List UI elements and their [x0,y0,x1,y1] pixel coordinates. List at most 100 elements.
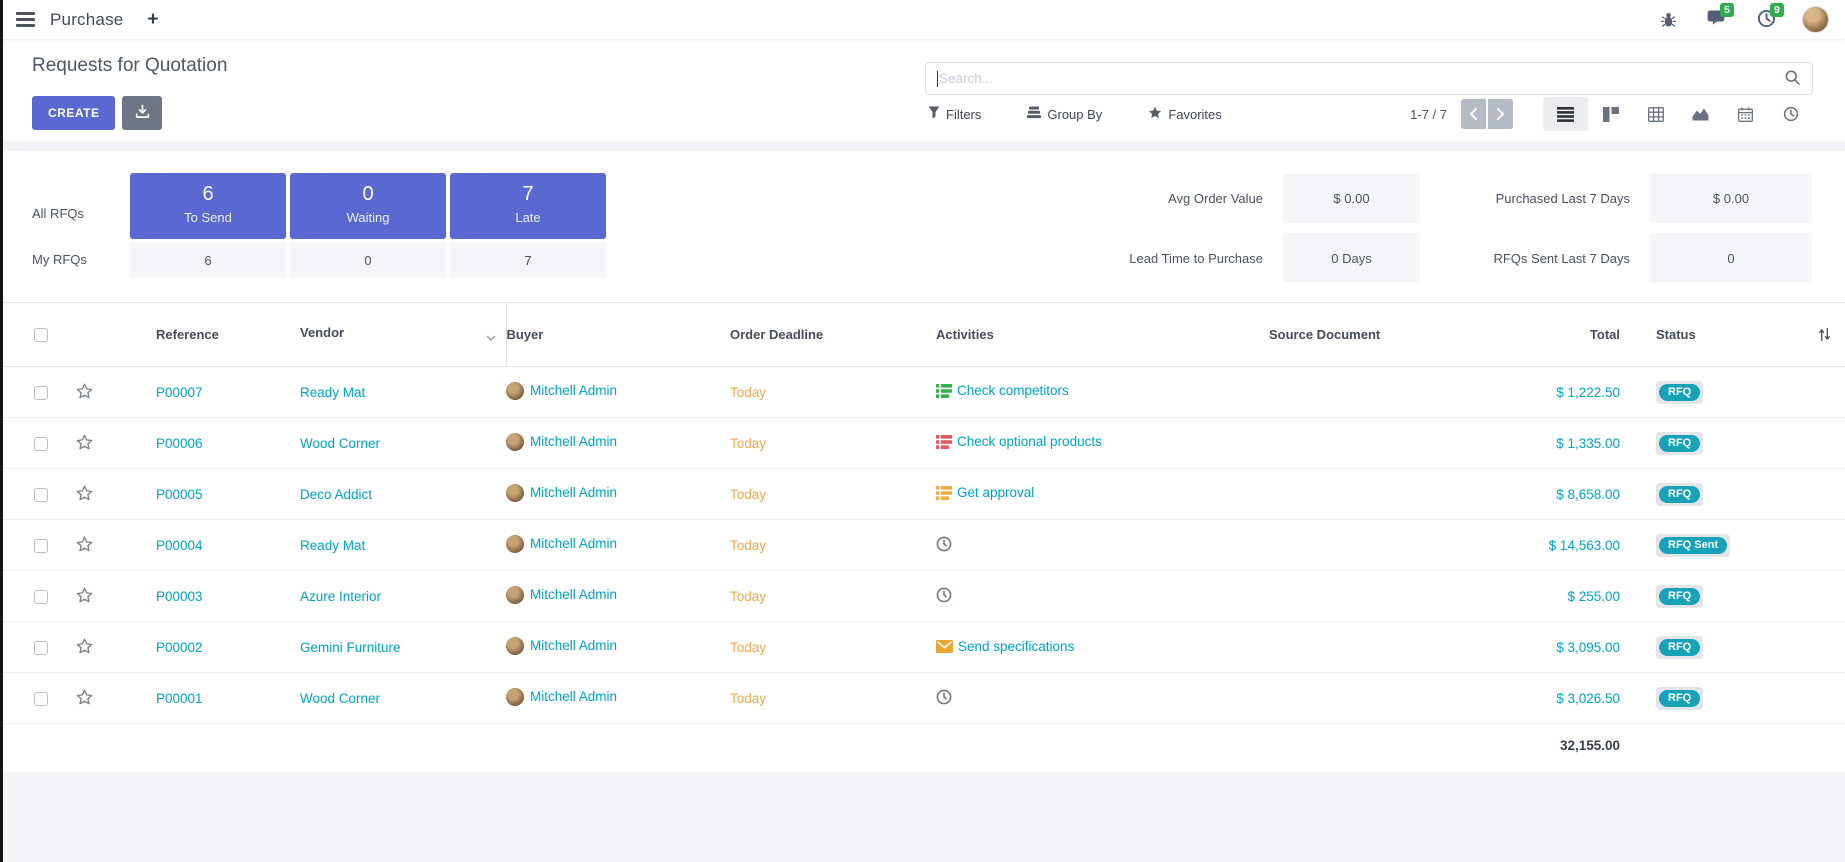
tasks-icon [936,486,952,500]
row-checkbox[interactable] [34,590,48,604]
status-badge-label: RFQ [1659,588,1700,605]
table-row[interactable]: P00003 Azure Interior Mitchell Admin Tod… [0,571,1845,622]
row-checkbox[interactable] [34,386,48,400]
kpi-stats: Avg Order Value $ 0.00 Purchased Last 7 … [1113,173,1812,283]
activity-link[interactable]: Check optional products [936,434,1102,449]
column-header-status[interactable]: Status [1656,303,1804,367]
reference-link[interactable]: P00005 [156,487,203,502]
vendor-link[interactable]: Azure Interior [300,589,381,604]
table-row[interactable]: P00007 Ready Mat Mitchell Admin Today [0,367,1845,418]
row-checkbox[interactable] [34,488,48,502]
select-all-checkbox[interactable] [34,328,48,342]
pager-next-button[interactable] [1488,99,1513,129]
reference-link[interactable]: P00007 [156,385,203,400]
search-input[interactable]: Search... [939,71,1784,86]
view-graph-button[interactable] [1678,97,1723,131]
vendor-link[interactable]: Deco Addict [300,487,372,502]
table-row[interactable]: P00005 Deco Addict Mitchell Admin Today [0,469,1845,520]
filters-button[interactable]: Filters [928,106,981,122]
total-amount: $ 8,658.00 [1556,487,1620,502]
column-header-order-deadline[interactable]: Order Deadline [730,303,936,367]
star-favorite-button[interactable] [62,383,93,399]
column-header-activities[interactable]: Activities [936,303,1269,367]
table-row[interactable]: P00006 Wood Corner Mitchell Admin Today [0,418,1845,469]
view-pivot-button[interactable] [1633,97,1678,131]
star-favorite-button[interactable] [62,638,93,654]
reference-link[interactable]: P00003 [156,589,203,604]
pager-range[interactable]: 1-7 / 7 [1410,107,1447,122]
table-row[interactable]: P00001 Wood Corner Mitchell Admin Today [0,673,1845,724]
debug-bug-icon[interactable] [1660,11,1677,28]
pager-previous-button[interactable] [1461,99,1486,129]
activity-link[interactable] [936,536,957,552]
app-name[interactable]: Purchase [50,10,123,30]
user-avatar[interactable] [1802,6,1829,33]
create-button[interactable]: CREATE [32,96,115,130]
vendor-link[interactable]: Wood Corner [300,691,380,706]
vendor-link[interactable]: Ready Mat [300,385,365,400]
search-icon[interactable] [1784,69,1801,89]
star-favorite-button[interactable] [62,485,93,501]
activity-link[interactable]: Get approval [936,485,1034,500]
optional-columns-button[interactable] [1804,327,1845,342]
star-favorite-button[interactable] [62,689,93,705]
stat-label-rfqs-sent-7d: RFQs Sent Last 7 Days [1440,251,1630,266]
column-header-total[interactable]: Total [1536,303,1656,367]
view-activity-button[interactable] [1768,97,1813,131]
kpi-card-late[interactable]: 7 Late [450,173,606,239]
buyer-link[interactable]: Mitchell Admin [530,689,617,704]
table-row[interactable]: P00002 Gemini Furniture Mitchell Admin T… [0,622,1845,673]
envelope-icon [936,640,953,653]
row-checkbox[interactable] [34,641,48,655]
order-deadline-text: Today [730,640,766,655]
order-deadline-text: Today [730,385,766,400]
column-header-buyer[interactable]: Buyer [506,303,730,367]
column-header-reference[interactable]: Reference [120,303,300,367]
new-tab-button[interactable]: + [147,9,158,31]
vendor-link[interactable]: Ready Mat [300,538,365,553]
export-button[interactable] [122,96,162,130]
buyer-link[interactable]: Mitchell Admin [530,485,617,500]
row-checkbox[interactable] [34,539,48,553]
activity-link[interactable] [936,689,957,705]
buyer-link[interactable]: Mitchell Admin [530,383,617,398]
vendor-link[interactable]: Gemini Furniture [300,640,401,655]
column-header-vendor[interactable]: Vendor [300,303,506,367]
kpi-my-waiting[interactable]: 0 [290,242,446,278]
search-bar[interactable]: Search... [925,62,1813,95]
reference-link[interactable]: P00002 [156,640,203,655]
activity-link[interactable] [936,587,957,603]
view-kanban-button[interactable] [1588,97,1633,131]
buyer-link[interactable]: Mitchell Admin [530,638,617,653]
row-checkbox[interactable] [34,437,48,451]
buyer-link[interactable]: Mitchell Admin [530,536,617,551]
favorites-button[interactable]: Favorites [1148,106,1221,122]
kpi-card-to-send[interactable]: 6 To Send [130,173,286,239]
star-favorite-button[interactable] [62,536,93,552]
source-document-cell [1269,520,1536,571]
messages-menu[interactable]: 5 [1707,9,1727,30]
kpi-card-waiting[interactable]: 0 Waiting [290,173,446,239]
kpi-my-to-send[interactable]: 6 [130,242,286,278]
kpi-my-late[interactable]: 7 [450,242,606,278]
clock-icon [936,689,952,705]
star-favorite-button[interactable] [62,434,93,450]
view-list-button[interactable] [1543,97,1588,131]
row-checkbox[interactable] [34,692,48,706]
activities-menu[interactable]: 9 [1757,9,1776,31]
buyer-link[interactable]: Mitchell Admin [530,434,617,449]
vendor-link[interactable]: Wood Corner [300,436,380,451]
table-row[interactable]: P00004 Ready Mat Mitchell Admin Today [0,520,1845,571]
column-header-source-document[interactable]: Source Document [1269,303,1536,367]
activity-link[interactable]: Check competitors [936,383,1069,398]
buyer-link[interactable]: Mitchell Admin [530,587,617,602]
reference-link[interactable]: P00004 [156,538,203,553]
star-favorite-button[interactable] [62,587,93,603]
group-by-button[interactable]: Group By [1027,106,1102,122]
view-calendar-button[interactable] [1723,97,1768,131]
activity-link[interactable]: Send specifications [936,639,1074,654]
apps-menu-icon[interactable] [16,12,35,27]
reference-link[interactable]: P00001 [156,691,203,706]
reference-link[interactable]: P00006 [156,436,203,451]
activity-cell: Send specifications [936,622,1269,673]
